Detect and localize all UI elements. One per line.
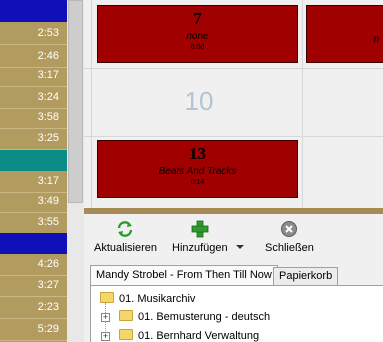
tree-node[interactable]: 01. Bemusterung - deutsch: [119, 308, 270, 327]
row-time: 2:23: [37, 301, 59, 313]
row-time: 3:25: [37, 132, 59, 144]
tree-node-root[interactable]: 01. Musikarchiv: [100, 290, 195, 309]
row-time: 3:17: [37, 175, 59, 187]
row-time: 5:29: [37, 323, 59, 335]
tab-strip: Mandy Strobel - From Then Till Now Papie…: [84, 262, 383, 286]
tab-label: Papierkorb: [279, 270, 333, 282]
playlist-time-column: 2:53 2:46 3:17 3:24 3:58 3:25 3:17 3:49 …: [0, 0, 67, 342]
tab-papierkorb[interactable]: Papierkorb: [273, 267, 339, 286]
row-time: 3:58: [37, 111, 59, 123]
row-time: 4:26: [37, 258, 59, 270]
slot-tile-7[interactable]: 7 none 0:00: [97, 5, 298, 63]
expand-icon[interactable]: +: [101, 313, 110, 322]
row-time: 3:27: [37, 279, 59, 291]
row-time: 3:17: [37, 69, 59, 81]
playlist-row[interactable]: 4:26: [0, 253, 67, 276]
refresh-label: Aktualisieren: [94, 242, 157, 254]
add-label: Hinzufügen: [172, 242, 228, 254]
chevron-down-icon[interactable]: [236, 245, 244, 249]
playlist-row[interactable]: 2:53: [0, 22, 67, 45]
toolbar: Aktualisieren Hinzufügen Schließen: [84, 214, 383, 262]
expand-icon[interactable]: +: [101, 332, 110, 341]
tree-node-label: 01. Musikarchiv: [119, 293, 196, 305]
playlist-row[interactable]: 3:27: [0, 274, 67, 297]
tile-number: 7: [193, 9, 202, 28]
tree-node-label: 01. Bernhard Verwaltung: [138, 330, 260, 342]
refresh-icon: [118, 221, 133, 237]
slot-grid: 7 none 0:00 n 10 13 Beats And Tracks 0:1…: [84, 0, 383, 208]
folder-icon: [119, 329, 133, 340]
row-time: 3:55: [37, 216, 59, 228]
archive-tree: 01. Musikarchiv + 01. Bemusterung - deut…: [90, 285, 383, 342]
row-time: 2:46: [37, 50, 59, 62]
playlist-row[interactable]: [0, 150, 67, 171]
close-label: Schließen: [265, 242, 314, 254]
playlist-row[interactable]: 5:29: [0, 318, 67, 341]
row-time: 2:53: [37, 27, 59, 39]
slot-tile-13[interactable]: 13 Beats And Tracks 0:14: [97, 140, 298, 198]
plus-icon: [191, 220, 209, 238]
tile-duration: 0:14: [190, 179, 205, 186]
playlist-row[interactable]: 3:55: [0, 211, 67, 234]
grid-line: [84, 136, 383, 137]
folder-icon: [119, 310, 133, 321]
tab-label: Mandy Strobel - From Then Till Now: [96, 269, 272, 281]
tile-title: Beats And Tracks: [158, 166, 237, 177]
close-icon: [281, 221, 298, 237]
tab-mandy-strobel[interactable]: Mandy Strobel - From Then Till Now: [90, 265, 278, 286]
grid-line: [84, 68, 383, 69]
app-window: 2:53 2:46 3:17 3:24 3:58 3:25 3:17 3:49 …: [0, 0, 383, 342]
grid-line: [302, 0, 303, 208]
tile-title: none: [186, 31, 209, 42]
row-time: 3:49: [37, 195, 59, 207]
tile-duration: 0:00: [190, 44, 205, 51]
playlist-row[interactable]: 3:58: [0, 106, 67, 129]
playlist-row[interactable]: 3:49: [0, 190, 67, 213]
tile-number: 13: [189, 144, 206, 163]
slot-tile-8[interactable]: n: [306, 5, 383, 63]
playlist-row[interactable]: [0, 233, 67, 254]
playlist-scrollbar[interactable]: [67, 0, 84, 342]
tree-node-label: 01. Bemusterung - deutsch: [138, 311, 271, 323]
tile-title: n: [373, 34, 379, 45]
close-button[interactable]: Schließen: [265, 220, 314, 254]
tree-node[interactable]: 01. Bernhard Verwaltung: [119, 327, 259, 342]
refresh-button[interactable]: Aktualisieren: [94, 220, 157, 254]
playlist-row[interactable]: 3:17: [0, 64, 67, 87]
folder-icon: [100, 292, 114, 303]
grid-line: [91, 0, 92, 208]
row-time: 3:24: [37, 91, 59, 103]
playlist-row[interactable]: 3:25: [0, 127, 67, 150]
add-button[interactable]: Hinzufügen: [172, 220, 228, 254]
empty-slot-number: 10: [184, 86, 214, 116]
playlist-row[interactable]: [0, 0, 67, 22]
scrollbar-thumb[interactable]: [68, 0, 83, 203]
playlist-row[interactable]: 2:23: [0, 296, 67, 319]
